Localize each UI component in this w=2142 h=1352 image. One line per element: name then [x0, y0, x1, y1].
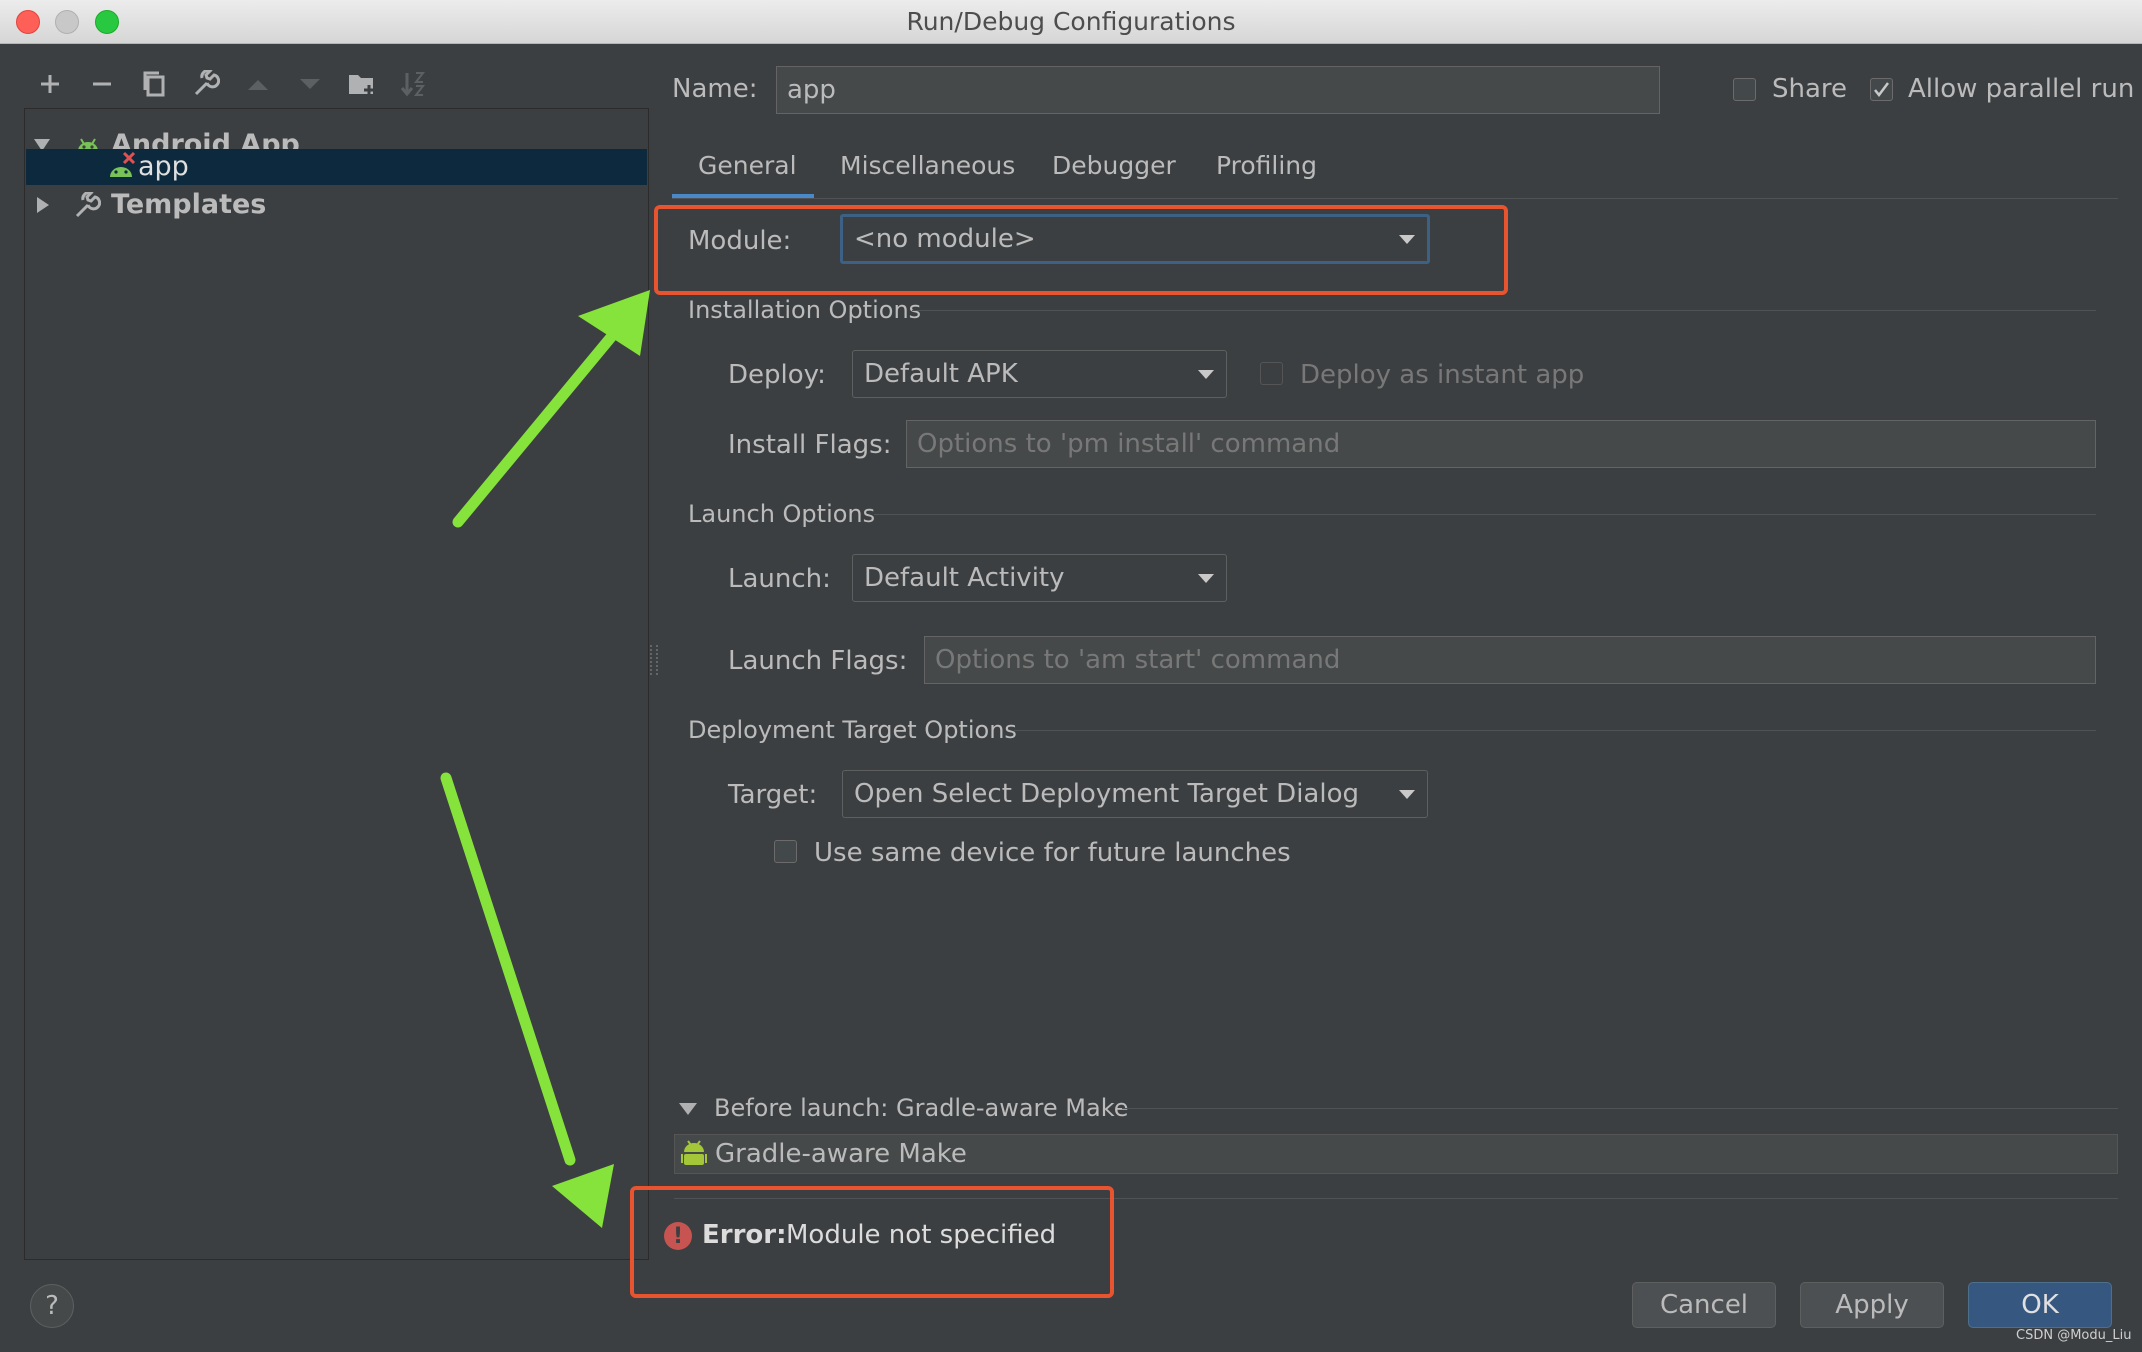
arrow-to-module — [452, 330, 618, 528]
arrow-head-down-icon — [552, 1164, 614, 1228]
arrow-to-error — [440, 772, 576, 1166]
annotation-arrows — [440, 290, 650, 1228]
arrow-head-up-icon — [578, 290, 650, 356]
